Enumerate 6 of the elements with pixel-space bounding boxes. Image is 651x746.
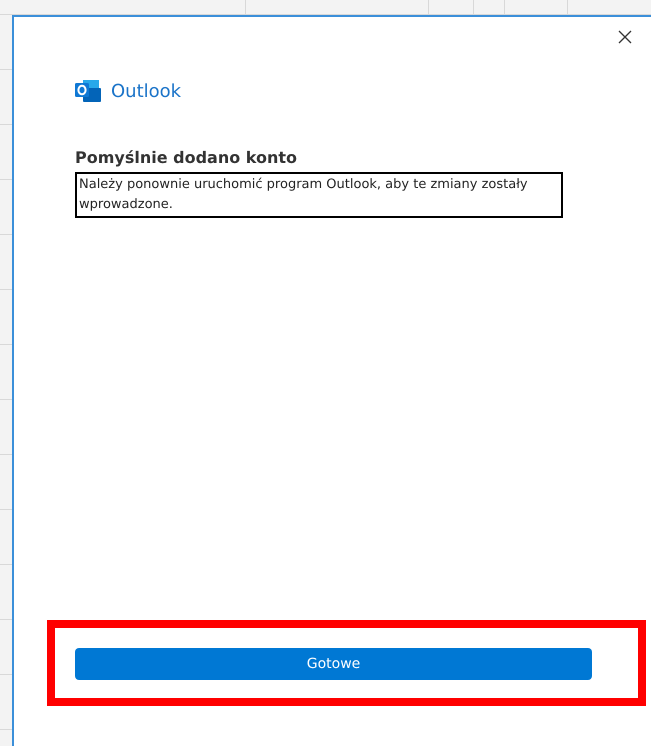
dialog-heading: Pomyślnie dodano konto <box>75 148 298 167</box>
done-button[interactable]: Gotowe <box>75 648 592 680</box>
message-text: Należy ponownie uruchomić program Outlook, aby te zmiany zostały wprowadzone. <box>75 172 563 218</box>
close-icon <box>617 29 633 45</box>
brand-name: Outlook <box>111 80 182 102</box>
mail-logo-icon <box>75 80 101 102</box>
